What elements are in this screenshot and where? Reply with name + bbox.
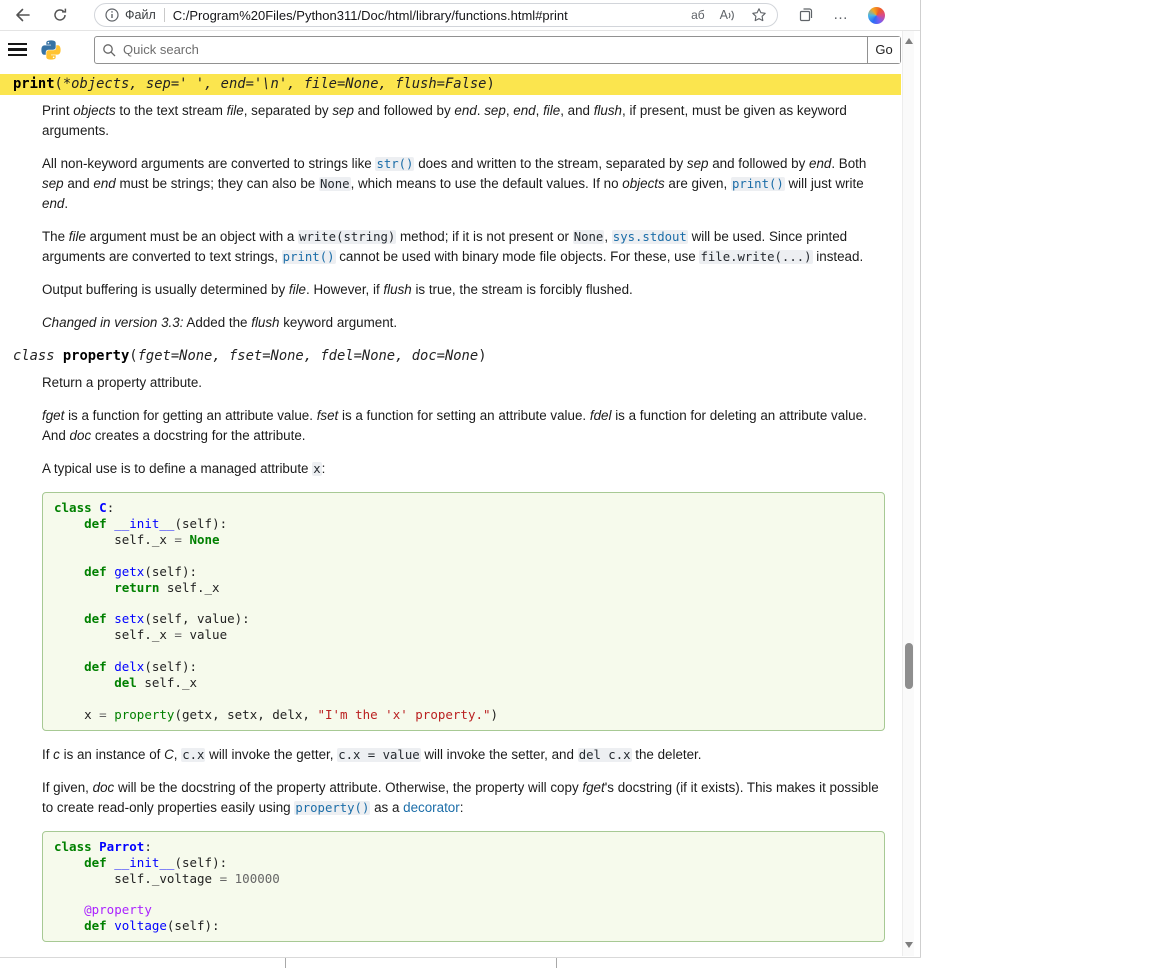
triangle-up-icon	[905, 38, 913, 44]
link[interactable]: sys.stdout	[612, 230, 688, 244]
search-bar: Go	[94, 36, 901, 64]
menu-button[interactable]	[8, 43, 30, 57]
paragraph: If c is an instance of C, c.x will invok…	[42, 745, 885, 765]
translate-icon: аб	[691, 8, 705, 22]
scrollbar-down-button[interactable]	[903, 938, 914, 952]
file-chip-label: Файл	[125, 8, 156, 22]
ellipsis-icon: …	[833, 10, 849, 20]
paragraph: If given, doc will be the docstring of t…	[42, 778, 885, 818]
paragraph: All non-keyword arguments are converted …	[42, 154, 885, 214]
link[interactable]: print()	[731, 177, 785, 191]
url-text[interactable]: C:/Program%20Files/Python311/Doc/html/li…	[173, 8, 683, 23]
paragraph: The file argument must be an object with…	[42, 227, 885, 267]
more-options-button[interactable]: …	[833, 10, 849, 20]
print-description: Print objects to the text stream file, s…	[42, 101, 885, 333]
code-example-class-c: class C: def __init__(self): self._x = N…	[42, 492, 885, 731]
property-signature: class property(fget=None, fset=None, fde…	[0, 346, 901, 367]
code-example-class-parrot: class Parrot: def __init__(self): self._…	[42, 831, 885, 942]
python-logo-icon[interactable]	[40, 39, 62, 61]
refresh-button[interactable]	[46, 1, 74, 29]
version-changed-note: Changed in version 3.3: Added the flush …	[42, 313, 885, 333]
collections-icon	[798, 7, 814, 23]
back-icon	[14, 7, 31, 23]
bottom-tick	[285, 958, 286, 968]
paragraph: Print objects to the text stream file, s…	[42, 101, 885, 141]
back-button[interactable]	[8, 1, 36, 29]
translate-button[interactable]: аб	[691, 8, 705, 22]
search-icon	[102, 43, 116, 57]
browser-window: Файл C:/Program%20Files/Python311/Doc/ht…	[0, 0, 922, 968]
property-description: Return a property attribute. fget is a f…	[42, 373, 885, 942]
window-bottom-divider	[0, 957, 921, 968]
link[interactable]: property()	[294, 801, 370, 815]
bottom-tick	[556, 958, 557, 968]
hamburger-icon	[8, 43, 27, 46]
link[interactable]: decorator	[403, 800, 460, 815]
triangle-down-icon	[905, 942, 913, 948]
link[interactable]: print()	[282, 250, 336, 264]
browser-copilot-logo-icon[interactable]	[868, 7, 885, 24]
docs-topbar: Go	[0, 31, 901, 68]
address-bar[interactable]: Файл C:/Program%20Files/Python311/Doc/ht…	[94, 3, 778, 27]
paragraph: fget is a function for getting an attrib…	[42, 406, 885, 446]
paragraph: Return a property attribute.	[42, 373, 885, 393]
info-icon[interactable]	[105, 8, 119, 22]
favorites-star-button[interactable]	[751, 7, 767, 23]
functions-definition-list: print(*objects, sep=' ', end='\n', file=…	[0, 74, 901, 942]
docs-page: Go print(*objects, sep=' ', end='\n', fi…	[0, 31, 901, 957]
paragraph: Output buffering is usually determined b…	[42, 280, 885, 300]
window-right-edge	[920, 0, 921, 958]
link[interactable]: str()	[375, 157, 414, 171]
read-aloud-button[interactable]: A	[720, 8, 736, 22]
read-aloud-waves-icon	[728, 9, 736, 22]
print-signature: print(*objects, sep=' ', end='\n', file=…	[0, 74, 901, 95]
read-aloud-icon: A	[720, 8, 728, 22]
collections-button[interactable]	[798, 7, 814, 23]
vertical-scrollbar[interactable]	[902, 31, 914, 956]
scrollbar-thumb[interactable]	[905, 643, 913, 689]
address-divider	[164, 8, 165, 22]
scrollbar-up-button[interactable]	[903, 34, 914, 48]
browser-chrome: Файл C:/Program%20Files/Python311/Doc/ht…	[0, 0, 921, 31]
paragraph: A typical use is to define a managed att…	[42, 459, 885, 479]
go-button[interactable]: Go	[867, 37, 900, 63]
refresh-icon	[52, 7, 68, 23]
star-icon	[751, 7, 767, 23]
search-input[interactable]	[121, 37, 867, 63]
